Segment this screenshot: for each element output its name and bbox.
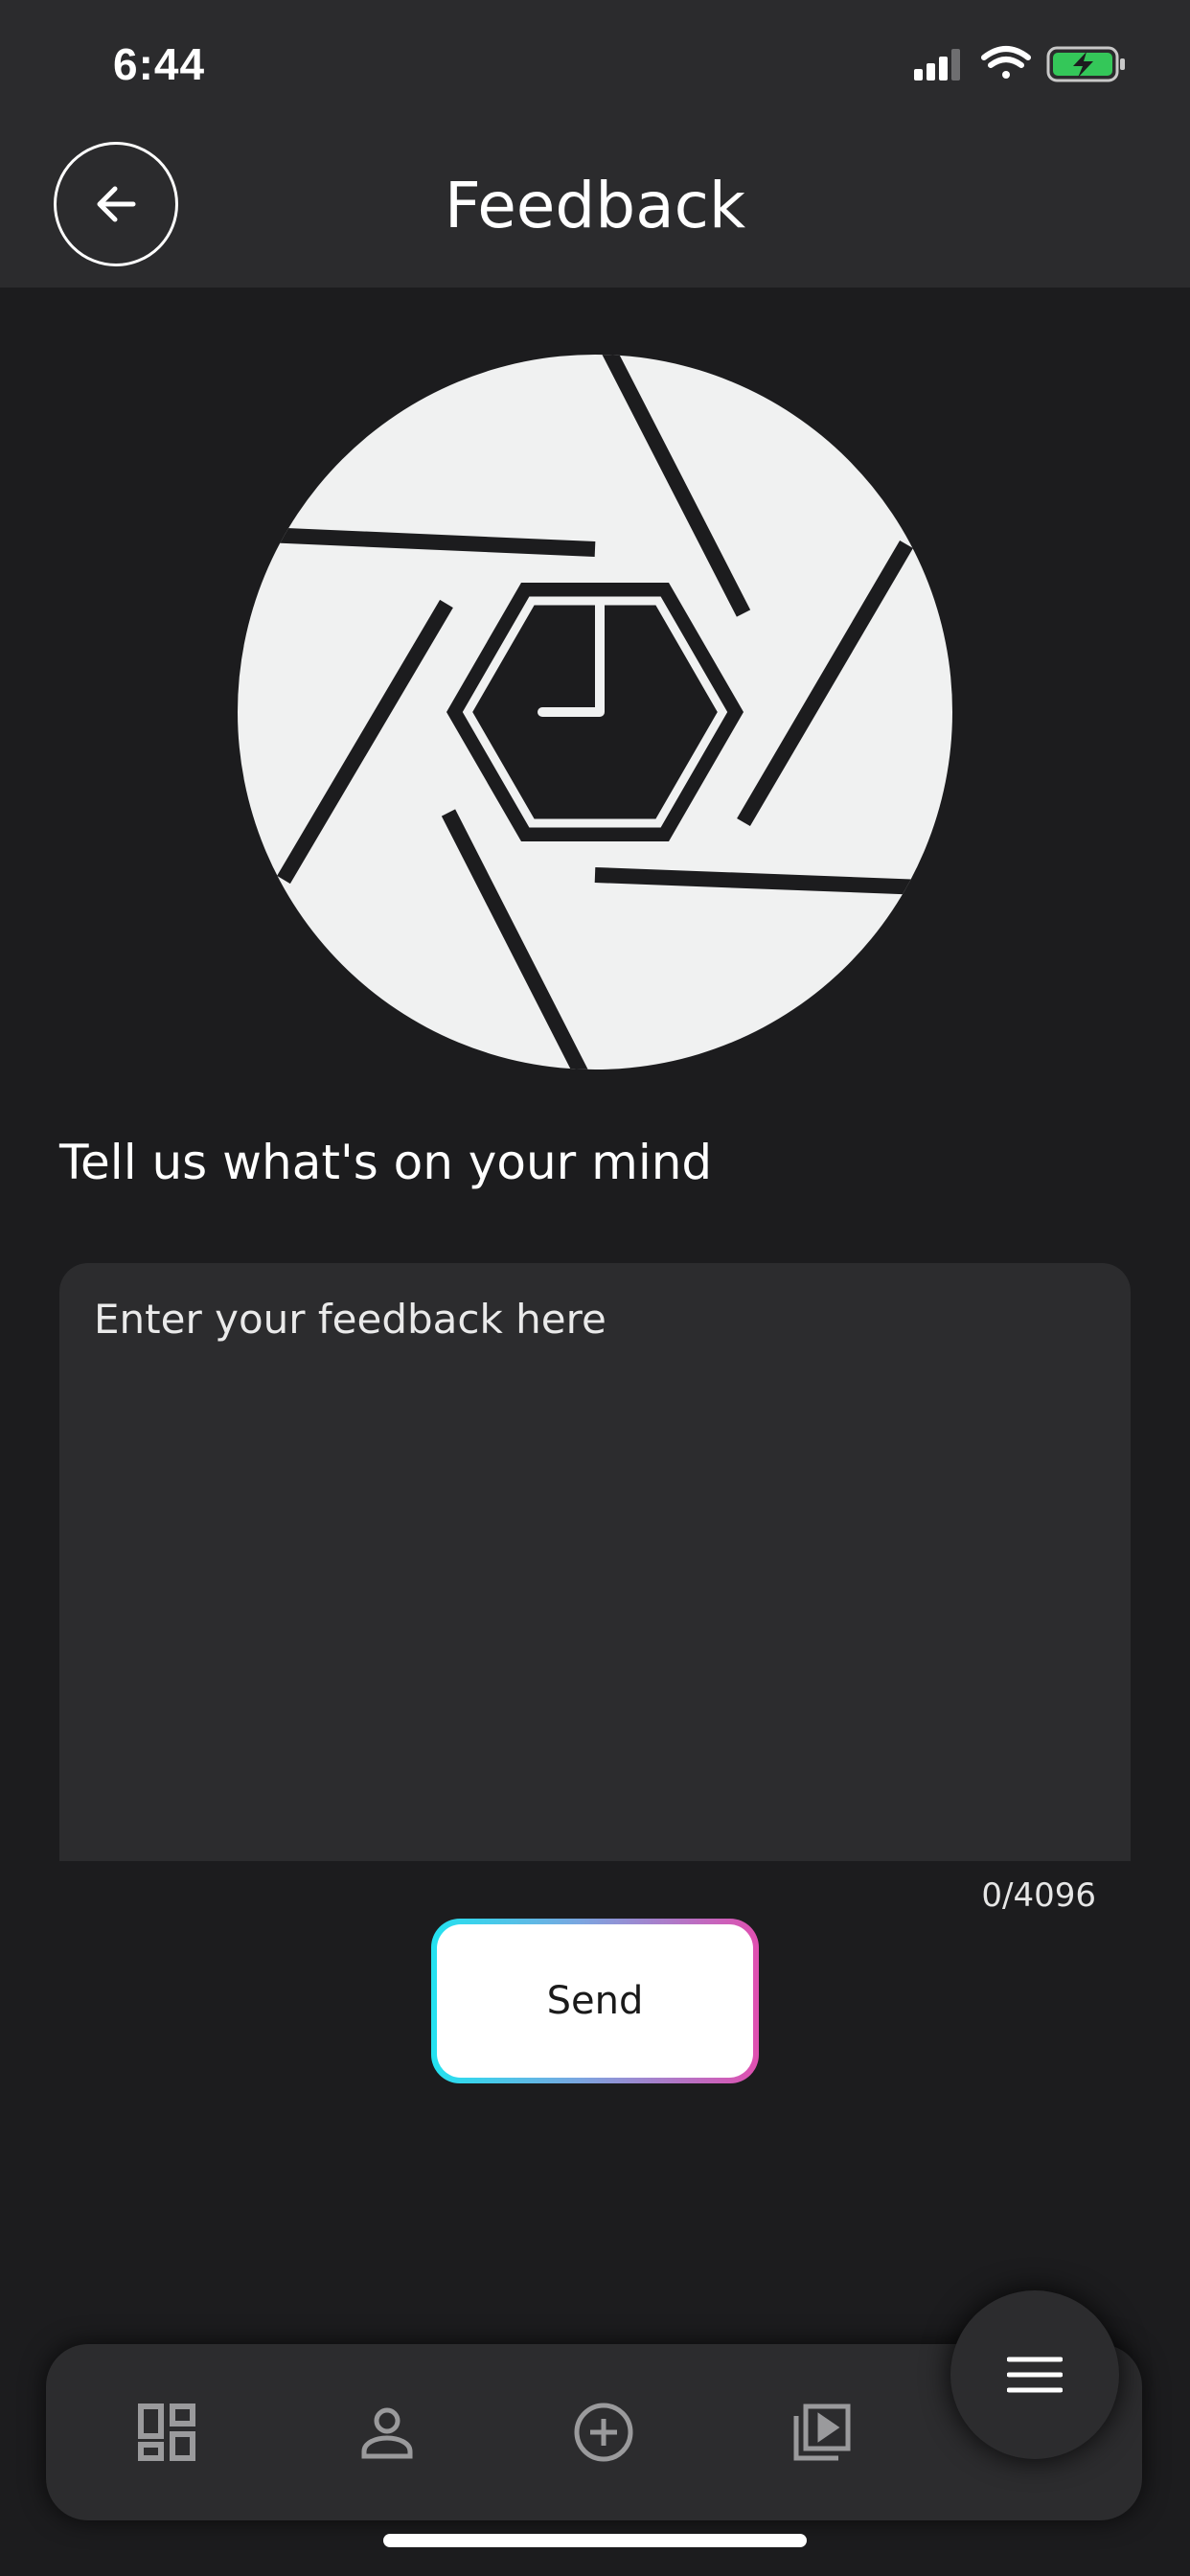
feedback-box (59, 1263, 1131, 1861)
hamburger-menu-icon (1007, 2357, 1063, 2393)
tab-media[interactable] (784, 2394, 860, 2471)
tab-add[interactable] (565, 2394, 642, 2471)
send-button[interactable]: Send (437, 1924, 753, 2078)
camera-aperture-clock-logo (238, 355, 952, 1070)
status-time: 6:44 (113, 39, 206, 89)
nav-bar: Feedback (0, 134, 1190, 288)
dashboard-icon (138, 2404, 195, 2461)
tab-profile[interactable] (349, 2394, 425, 2471)
video-library-icon (793, 2404, 851, 2461)
person-icon (361, 2407, 413, 2459)
page-title: Feedback (444, 169, 746, 242)
tab-dashboard[interactable] (128, 2394, 205, 2471)
signal-icon (914, 49, 960, 80)
battery-charging-icon (1046, 46, 1125, 82)
character-counter: 0/4096 (981, 1876, 1096, 1915)
status-icons (914, 46, 1125, 82)
wifi-icon (981, 46, 1031, 79)
status-bar: 6:44 (0, 0, 1190, 134)
menu-button[interactable] (950, 2290, 1119, 2459)
feedback-input[interactable] (59, 1263, 1131, 1861)
send-button-border: Send (431, 1919, 759, 2083)
home-indicator (383, 2534, 807, 2547)
plus-circle-icon (574, 2403, 633, 2462)
feedback-prompt: Tell us what's on your mind (59, 1135, 713, 1190)
